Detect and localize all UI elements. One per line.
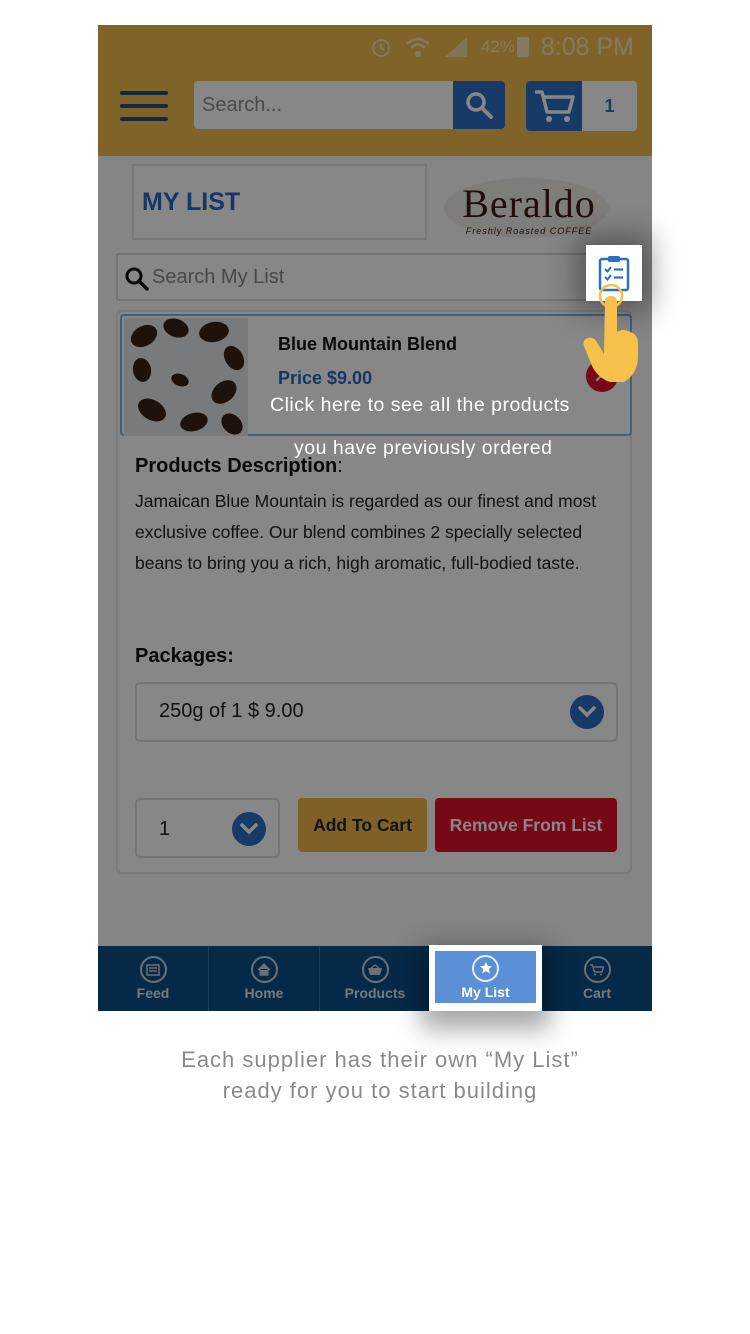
package-select[interactable]: 250g of 1 $ 9.00 bbox=[135, 682, 618, 742]
tooltip-line-2: you have previously ordered bbox=[294, 437, 553, 459]
battery-percent: 42% bbox=[480, 37, 515, 56]
remove-from-list-button[interactable]: Remove From List bbox=[435, 798, 617, 852]
list-search-bar bbox=[116, 253, 594, 301]
search-button[interactable] bbox=[453, 81, 505, 129]
cart-icon bbox=[583, 956, 611, 983]
nav-home-label: Home bbox=[244, 985, 284, 1001]
nav-cart-label: Cart bbox=[582, 985, 611, 1001]
cart-icon bbox=[535, 90, 575, 122]
feed-icon bbox=[139, 956, 167, 983]
cart-button[interactable]: 1 bbox=[526, 81, 637, 131]
brand-name: Beraldo bbox=[462, 181, 596, 226]
quantity-value: 1 bbox=[159, 818, 171, 840]
nav-cart[interactable]: Cart bbox=[542, 946, 652, 1011]
cart-count: 1 bbox=[604, 95, 615, 116]
app-header: 42% 8:08 PM 1 bbox=[98, 25, 652, 156]
nav-home[interactable]: Home bbox=[209, 946, 320, 1011]
nav-feed[interactable]: Feed bbox=[98, 946, 209, 1011]
search-bar bbox=[194, 81, 505, 129]
page-title: MY LIST bbox=[132, 164, 427, 240]
signal-icon bbox=[444, 37, 467, 57]
highlighted-nav-label: My List bbox=[461, 983, 510, 1000]
alarm-icon bbox=[371, 39, 390, 57]
pointing-hand-icon bbox=[583, 283, 638, 382]
menu-icon[interactable] bbox=[120, 91, 168, 121]
packages-label: Packages: bbox=[135, 645, 234, 667]
caption-line-2: ready for you to start building bbox=[222, 1078, 538, 1103]
battery-icon bbox=[516, 37, 529, 57]
home-icon bbox=[250, 956, 278, 983]
star-icon bbox=[472, 954, 499, 982]
search-input[interactable] bbox=[202, 81, 442, 129]
product-name: Blue Mountain Blend bbox=[278, 334, 457, 354]
tutorial-tooltip: Click here to see all the products you h… bbox=[262, 384, 642, 470]
tooltip-line-1: Click here to see all the products bbox=[270, 394, 570, 416]
supplier-logo: Beraldo Freshly Roasted COFFEE bbox=[434, 174, 624, 240]
quantity-select[interactable]: 1 bbox=[135, 798, 280, 858]
brand-tagline: Freshly Roasted COFFEE bbox=[465, 226, 593, 236]
product-description: Jamaican Blue Mountain is regarded as ou… bbox=[135, 491, 597, 573]
basket-icon bbox=[361, 956, 389, 983]
caption-line-1: Each supplier has their own “My List” bbox=[181, 1047, 579, 1072]
search-icon bbox=[466, 92, 493, 119]
nav-feed-label: Feed bbox=[136, 985, 170, 1001]
list-search-input[interactable] bbox=[152, 255, 572, 299]
app-screen: 42% 8:08 PM 1 MY LIST Beraldo Freshly Ro… bbox=[98, 25, 652, 1011]
product-image bbox=[124, 318, 248, 436]
chevron-down-icon bbox=[570, 695, 604, 729]
nav-products-label: Products bbox=[344, 985, 406, 1001]
caption: Each supplier has their own “My List” re… bbox=[0, 1044, 750, 1106]
package-selected-value: 250g of 1 $ 9.00 bbox=[159, 700, 304, 722]
nav-products[interactable]: Products bbox=[320, 946, 431, 1011]
clock: 8:08 PM bbox=[540, 32, 634, 61]
chevron-down-icon bbox=[232, 812, 266, 846]
search-icon bbox=[125, 267, 149, 291]
main-content: MY LIST Beraldo Freshly Roasted COFFEE S… bbox=[98, 156, 652, 946]
battery-status: 42% bbox=[481, 37, 529, 57]
add-to-cart-button[interactable]: Add To Cart bbox=[298, 798, 427, 852]
wifi-icon bbox=[406, 37, 430, 57]
highlighted-nav-my-list[interactable]: My List bbox=[429, 945, 542, 1011]
status-bar: 42% 8:08 PM bbox=[369, 29, 634, 65]
bottom-nav: Feed Home Products My List Cart bbox=[98, 946, 652, 1011]
